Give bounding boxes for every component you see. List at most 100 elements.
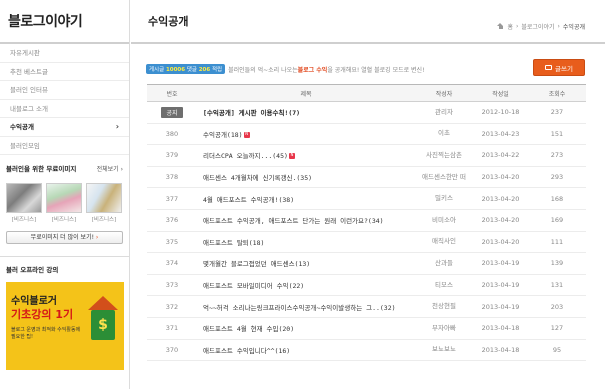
write-button[interactable]: 글쓰기	[533, 59, 585, 76]
post-title-cell[interactable]: 리더스CPA 오늘까지...(45) N	[197, 144, 415, 167]
brand-title[interactable]: 블로그이야기	[0, 0, 129, 44]
sidebar-item-label: 블러인모임	[10, 141, 40, 150]
sidebar-item-free-board[interactable]: 자유게시판	[0, 44, 129, 63]
post-author[interactable]: 이초	[415, 123, 473, 146]
post-author[interactable]: 밀키스	[415, 187, 473, 210]
breadcrumb-current: 수익공개	[562, 24, 585, 31]
col-header-views: 조회수	[548, 90, 566, 98]
free-image-thumb[interactable]: [비즈니스]	[6, 183, 42, 223]
business-image	[86, 183, 122, 213]
post-author[interactable]: 사진찍는삼촌	[415, 144, 473, 167]
post-title-link[interactable]: 수익공개(18)	[203, 131, 243, 139]
board-notice: 게시글 10006 댓글 206 적립 블러인들의 억~소리 나오는 블로그 수…	[146, 64, 424, 74]
sidebar-item-interview[interactable]: 블러인 인터뷰	[0, 81, 129, 100]
sidebar-item-label: 내블로그 소개	[10, 104, 48, 113]
post-author[interactable]: 티모스	[415, 274, 473, 297]
post-author[interactable]: 부자아빠	[415, 317, 473, 340]
post-title-link[interactable]: 애드포스트 수익공개, 애드포스트 단가는 원래 이런가요?(34)	[203, 217, 384, 225]
banner-line2: 기초강의 1기	[11, 308, 74, 321]
table-row[interactable]: 373 애드포스트 모바일미디어 수익(22) 티모스 2013-04-19 131	[147, 274, 586, 297]
post-title-cell[interactable]: 애드포스트 4월 현재 수입(20)	[197, 317, 415, 340]
post-views: 237	[528, 101, 586, 124]
more-free-images-button[interactable]: 무료이미지 더 많이 보기! ›	[6, 231, 123, 244]
table-row[interactable]: 379 리더스CPA 오늘까지...(45) N 사진찍는삼촌 2013-04-22 27…	[147, 144, 586, 167]
post-title-link[interactable]: 리더스CPA 오늘까지...(45)	[203, 152, 288, 160]
free-image-thumb[interactable]: [비즈니스]	[86, 183, 122, 223]
sidebar-item-revenue[interactable]: 수익공개 ›	[0, 118, 129, 137]
post-title-cell[interactable]: 애드포스트 탈퇴(18)	[197, 231, 415, 254]
post-views: 203	[528, 295, 586, 318]
post-number: 372	[147, 295, 197, 318]
post-title-link[interactable]: 애드포스트 수익입니다^^(16)	[203, 347, 290, 355]
post-number: 371	[147, 317, 197, 340]
post-date: 2013-04-19	[473, 295, 528, 318]
table-row[interactable]: 376 애드포스트 수익공개, 애드포스트 단가는 원래 이런가요?(34) 비미소…	[147, 209, 586, 232]
view-all-link[interactable]: 전체보기 ›	[97, 164, 123, 173]
free-images-section: 블러인을 위한 무료이미지 전체보기 › [비즈니스] [비즈니스] [비즈니스…	[0, 155, 129, 244]
post-number: 380	[147, 123, 197, 146]
post-author[interactable]: 관리자	[415, 101, 473, 124]
notice-badge: 공지	[161, 106, 183, 118]
post-title-link[interactable]: 억~~허걱 소리나는링크프라이스수익공개~수익이발생하는 그..(32)	[203, 304, 396, 312]
post-title-cell[interactable]: 애드포스트 수익공개, 애드포스트 단가는 원래 이런가요?(34)	[197, 209, 415, 232]
sidebar-item-best[interactable]: 추천 베스트글	[0, 63, 129, 81]
breadcrumb-home[interactable]: 홈	[507, 22, 513, 31]
post-title-cell[interactable]: [수익공개] 게시판 이용수칙!(7)	[197, 101, 415, 124]
table-row[interactable]: 375 애드포스트 탈퇴(18) 매직사인 2013-04-20 111	[147, 231, 586, 254]
table-row[interactable]: 378 애드센스 4개월차에 신기록갱신.(35) 애드센스한만 떠 2013-04-…	[147, 166, 586, 189]
home-icon[interactable]	[497, 23, 504, 30]
page-title: 수익공개	[148, 15, 189, 28]
post-title-link[interactable]: 애드포스트 탈퇴(18)	[203, 239, 264, 247]
post-title-cell[interactable]: 억~~허걱 소리나는링크프라이스수익공개~수익이발생하는 그..(32)	[197, 295, 415, 318]
pencil-icon	[545, 65, 553, 70]
post-number: 378	[147, 166, 197, 189]
table-row[interactable]: 374 몇개월간 블로그접었던 애드센스(13) 산과들 2013-04-19 139	[147, 252, 586, 275]
sidebar-item-intro[interactable]: 내블로그 소개	[0, 100, 129, 118]
free-image-thumb[interactable]: [비즈니스]	[46, 183, 82, 223]
sidebar-item-meetup[interactable]: 블러인모임	[0, 137, 129, 155]
table-row[interactable]: 370 애드포스트 수익입니다^^(16) 보뇨보뇨 2013-04-18 95	[147, 339, 586, 362]
offline-lecture-section: 블러 오프라인 강의 수익블로거 기초강의 1기 블로그 운영과 최적화 수익활…	[0, 256, 129, 370]
post-title-cell[interactable]: 애드포스트 모바일미디어 수익(22)	[197, 274, 415, 297]
sidebar-item-label: 자유게시판	[10, 49, 40, 57]
post-author[interactable]: 비미소아	[415, 209, 473, 232]
post-author[interactable]: 천상현필	[415, 295, 473, 318]
post-title-cell[interactable]: 4월 애드포스트 수익공개!(38)	[197, 187, 415, 210]
post-title-link[interactable]: 애드포스트 모바일미디어 수익(22)	[203, 282, 304, 290]
chevron-right-icon: ›	[115, 122, 119, 131]
post-title-link[interactable]: [수익공개] 게시판 이용수칙!(7)	[203, 109, 300, 117]
table-header-row: 번호 제목 작성자 작성일 조회수	[147, 84, 586, 102]
post-title-cell[interactable]: 수익공개(18) N	[197, 123, 415, 146]
post-author[interactable]: 매직사인	[415, 231, 473, 254]
table-row[interactable]: 380 수익공개(18) N 이초 2013-04-23 151	[147, 123, 586, 146]
table-row[interactable]: 372 억~~허걱 소리나는링크프라이스수익공개~수익이발생하는 그..(32) 천…	[147, 295, 586, 318]
table-row[interactable]: 377 4월 애드포스트 수익공개!(38) 밀키스 2013-04-20 168	[147, 187, 586, 210]
dollar-symbol: $	[98, 317, 108, 333]
breadcrumb-board[interactable]: 블로그이야기	[521, 22, 554, 31]
post-number: 373	[147, 274, 197, 297]
post-title-cell[interactable]: 몇개월간 블로그접었던 애드센스(13)	[197, 252, 415, 275]
post-number: 376	[147, 209, 197, 232]
post-title-cell[interactable]: 애드포스트 수익입니다^^(16)	[197, 339, 415, 362]
table-row[interactable]: 371 애드포스트 4월 현재 수입(20) 부자아빠 2013-04-18 127	[147, 317, 586, 340]
post-date: 2013-04-22	[473, 144, 528, 167]
money-image	[46, 183, 82, 213]
post-views: 273	[528, 144, 586, 167]
post-views: 127	[528, 317, 586, 340]
more-free-images-label: 무료이미지 더 많이 보기!	[30, 234, 94, 241]
notice-highlight: 블로그 수익	[297, 66, 328, 74]
post-title-cell[interactable]: 애드센스 4개월차에 신기록갱신.(35)	[197, 166, 415, 189]
post-title-link[interactable]: 애드센스 4개월차에 신기록갱신.(35)	[203, 174, 312, 182]
post-number: 377	[147, 187, 197, 210]
post-author[interactable]: 보뇨보뇨	[415, 339, 473, 362]
post-title-link[interactable]: 애드포스트 4월 현재 수입(20)	[203, 325, 294, 333]
post-author[interactable]: 산과들	[415, 252, 473, 275]
offline-lecture-title: 블러 오프라인 강의	[6, 266, 59, 274]
post-author[interactable]: 애드센스한만 떠	[415, 166, 473, 189]
lecture-banner[interactable]: 수익블로거 기초강의 1기 블로그 운영과 최적화 수익활동에 필요한 팁! $	[6, 282, 124, 370]
table-row[interactable]: 공지 [수익공개] 게시판 이용수칙!(7) 관리자 2012-10-18 237	[147, 101, 586, 124]
post-title-link[interactable]: 몇개월간 블로그접었던 애드센스(13)	[203, 260, 310, 268]
post-title-link[interactable]: 4월 애드포스트 수익공개!(38)	[203, 196, 294, 204]
sidebar-item-label: 수익공개	[10, 123, 34, 131]
write-button-label: 글쓰기	[555, 64, 573, 73]
